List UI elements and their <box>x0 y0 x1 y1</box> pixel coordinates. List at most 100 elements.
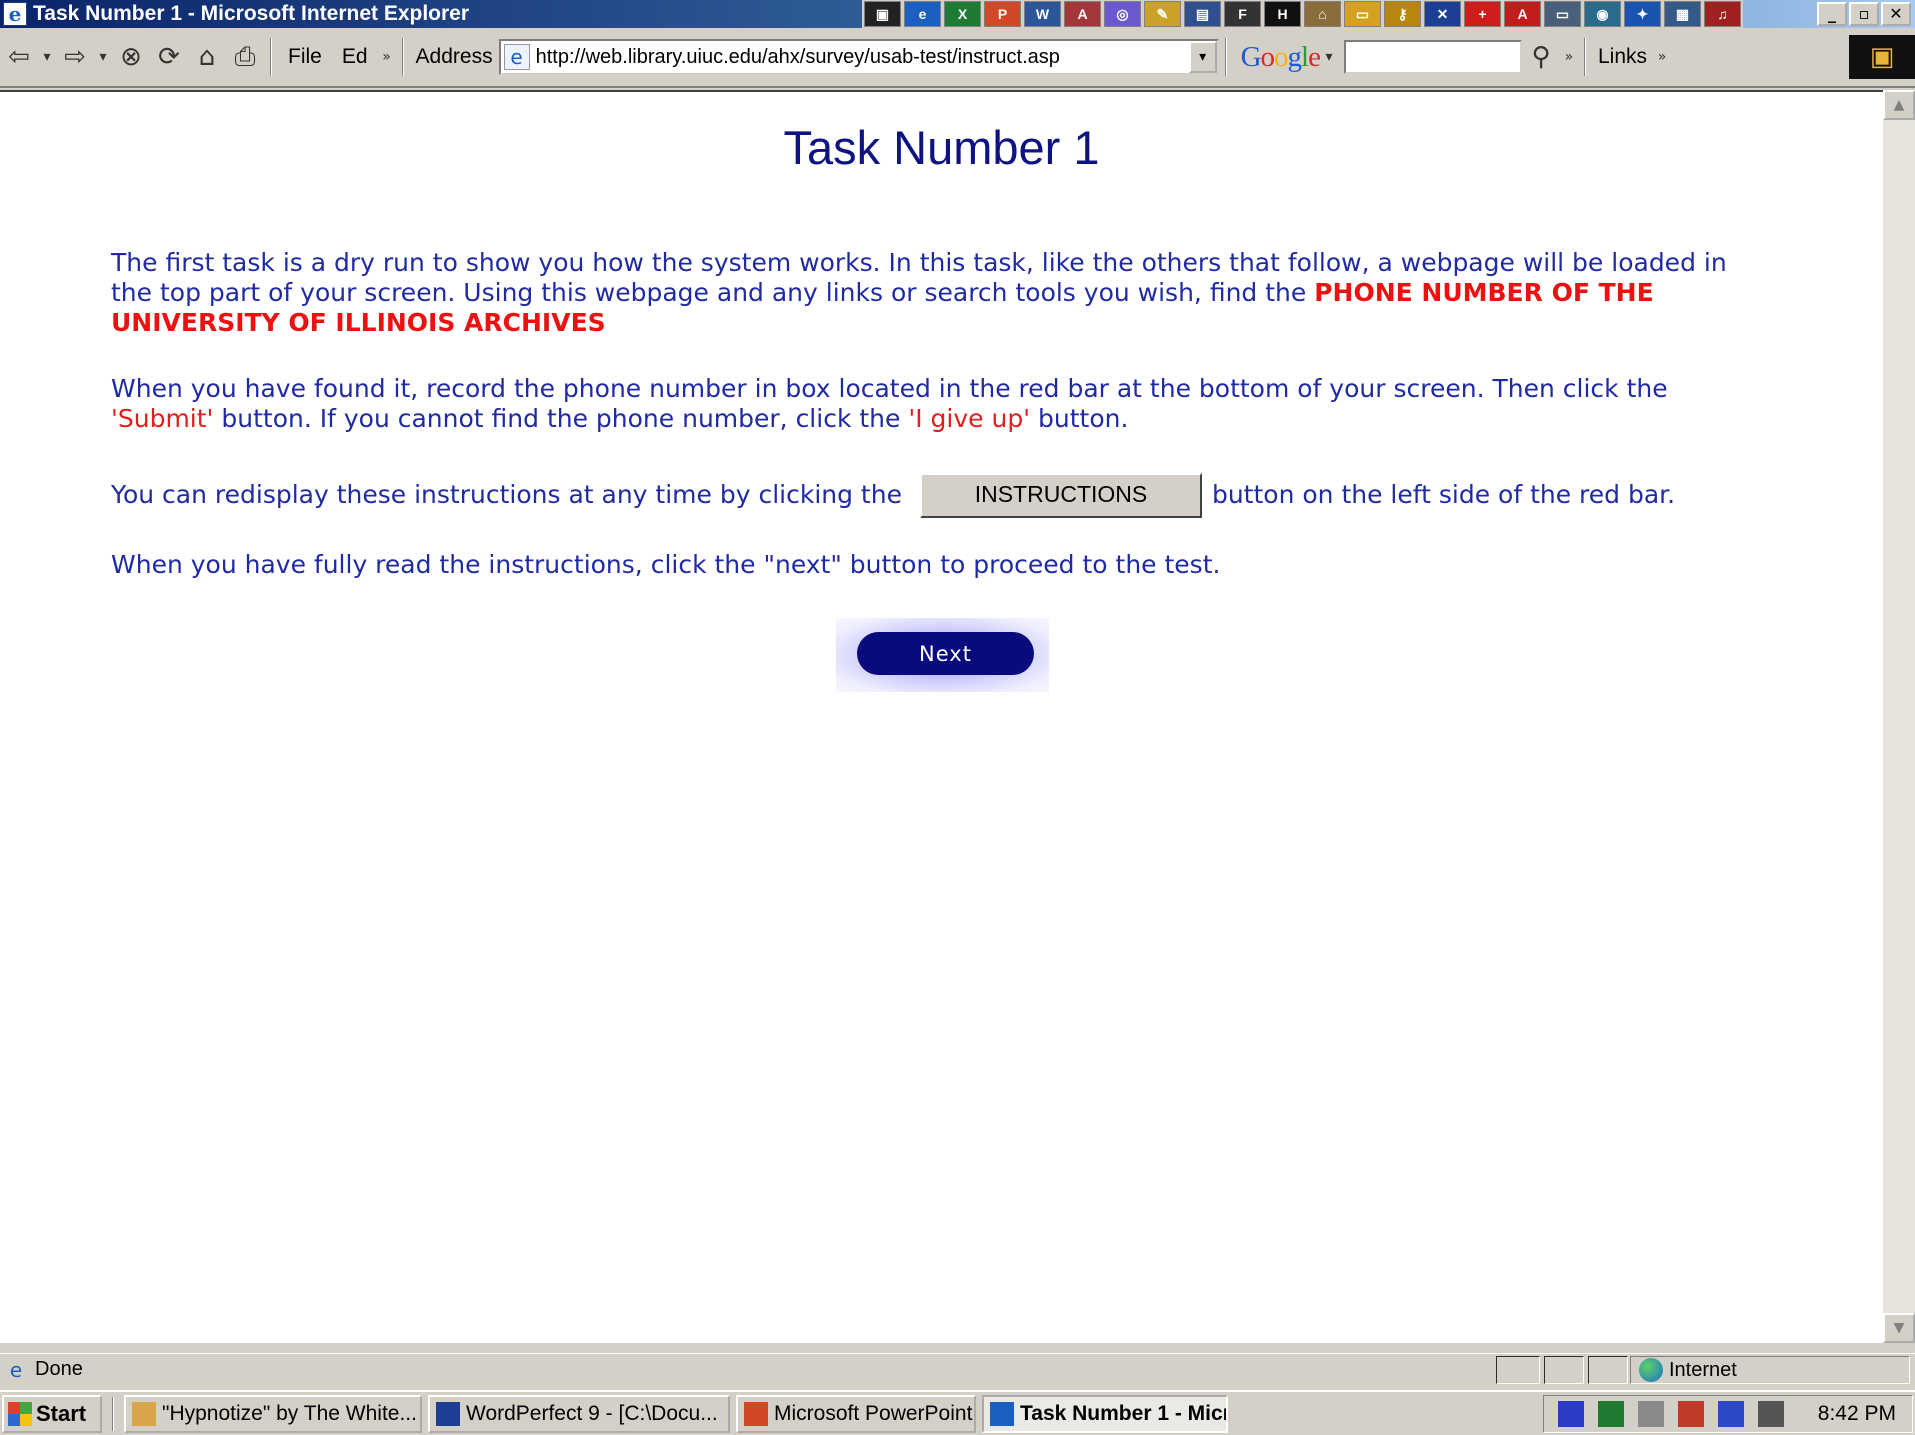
display-tray-icon[interactable] <box>1758 1401 1784 1427</box>
status-bar: e Done Internet <box>0 1353 1915 1385</box>
word-icon[interactable]: W <box>1024 1 1061 27</box>
antivirus-tray-icon[interactable] <box>1718 1401 1744 1427</box>
windows-icon[interactable]: ▣ <box>864 1 901 27</box>
start-button[interactable]: Start <box>2 1394 102 1433</box>
start-label: Start <box>36 1400 87 1426</box>
page-content: Task Number 1 The first task is a dry ru… <box>0 90 1883 1343</box>
task-buttons: "Hypnotize" by The White... WordPerfect 9… <box>118 1394 1228 1433</box>
next-button[interactable]: Next <box>857 632 1034 675</box>
close-button[interactable]: ✕ <box>1881 2 1911 26</box>
links-chevron-icon[interactable]: » <box>1653 37 1671 77</box>
menu-file[interactable]: File <box>278 45 332 69</box>
help-icon[interactable]: H <box>1264 1 1301 27</box>
status-cell <box>1544 1356 1584 1384</box>
access-icon[interactable]: A <box>1064 1 1101 27</box>
back-dropdown-icon[interactable]: ▾ <box>38 37 56 77</box>
taskbar-button[interactable]: Microsoft PowerPoint - [S... <box>736 1394 976 1433</box>
minimize-button[interactable]: _ <box>1817 2 1847 26</box>
taskbar-button[interactable]: Task Number 1 - Micro... <box>982 1394 1228 1433</box>
ftp-icon[interactable]: F <box>1224 1 1261 27</box>
redisplay-text-a: You can redisplay these instructions at … <box>111 480 902 509</box>
key-icon[interactable]: ⚷ <box>1384 1 1421 27</box>
volume-tray-icon[interactable] <box>1638 1401 1664 1427</box>
taskbar-button-label: Microsoft PowerPoint - [S... <box>774 1401 974 1425</box>
scroll-up-button[interactable]: ▲ <box>1883 90 1915 120</box>
powerpoint-icon <box>744 1401 768 1426</box>
taskbar-button-label: "Hypnotize" by The White... <box>162 1401 417 1425</box>
taskbar-button[interactable]: "Hypnotize" by The White... <box>124 1394 422 1433</box>
redisplay-instructions: You can redisplay these instructions at … <box>111 470 1771 520</box>
next-instructions: When you have fully read the instruction… <box>111 550 1221 579</box>
window-title: Task Number 1 - Microsoft Internet Explo… <box>33 2 470 25</box>
google-dropdown-icon[interactable]: ▾ <box>1320 37 1338 77</box>
ie-icon[interactable]: e <box>3 2 27 26</box>
menu-chevron-icon[interactable]: » <box>378 37 396 77</box>
page-status-icon: e <box>9 1357 23 1382</box>
tools-icon[interactable]: ✦ <box>1624 1 1661 27</box>
system-tray: 8:42 PM <box>1543 1395 1913 1433</box>
print-button[interactable]: ⎙ <box>226 37 264 77</box>
stop-button[interactable]: ⊗ <box>112 37 150 77</box>
page-icon: e <box>503 44 530 70</box>
toolbar-divider <box>1224 38 1227 76</box>
back-button[interactable]: ⇦ <box>0 37 38 77</box>
address-url[interactable]: http://web.library.uiuc.edu/ahx/survey/u… <box>536 46 1060 69</box>
toolbar-divider <box>270 38 272 76</box>
taskbar-button-label: WordPerfect 9 - [C:\Docu... <box>466 1401 718 1425</box>
status-cell <box>1588 1356 1628 1384</box>
next-button-glow: Next <box>836 618 1049 692</box>
status-cell <box>1496 1356 1540 1384</box>
address-bar[interactable]: e http://web.library.uiuc.edu/ahx/survey… <box>498 39 1219 75</box>
media-icon[interactable]: ♫ <box>1704 1 1741 27</box>
computer-icon[interactable]: ▤ <box>1184 1 1221 27</box>
forward-dropdown-icon[interactable]: ▾ <box>94 37 112 77</box>
submit-instructions-text-c: button. <box>1030 404 1129 433</box>
submit-instructions-text-a: When you have found it, record the phone… <box>111 374 1668 403</box>
folder-icon[interactable]: ▭ <box>1344 1 1381 27</box>
clock[interactable]: 8:42 PM <box>1818 1402 1896 1426</box>
network-tray-icon[interactable] <box>1678 1401 1704 1427</box>
cd-player-icon[interactable]: ◎ <box>1104 1 1141 27</box>
toolbar-divider <box>401 38 404 76</box>
winamp-icon <box>132 1401 156 1426</box>
calculator-icon[interactable]: ▦ <box>1664 1 1701 27</box>
windows-logo-icon: ▣ <box>1849 35 1915 79</box>
ie-icon <box>990 1401 1014 1426</box>
instructions-button[interactable]: INSTRUCTIONS <box>919 472 1202 518</box>
toolbar-divider <box>1583 38 1586 76</box>
acrobat-icon[interactable]: A <box>1504 1 1541 27</box>
forward-button[interactable]: ⇨ <box>56 37 94 77</box>
address-dropdown-button[interactable]: ▾ <box>1188 41 1217 73</box>
home-button[interactable]: ⌂ <box>188 37 226 77</box>
restore-button[interactable]: ▫ <box>1849 2 1879 26</box>
media-player-tray-icon[interactable] <box>1558 1401 1584 1427</box>
vertical-scrollbar[interactable]: ▲ ▼ <box>1883 90 1915 1343</box>
links-label[interactable]: Links <box>1592 45 1653 69</box>
ie-icon[interactable]: e <box>904 1 941 27</box>
monitor-icon[interactable]: ▭ <box>1544 1 1581 27</box>
give-up-reference: 'I give up' <box>908 404 1031 433</box>
vnc-tray-icon[interactable] <box>1598 1401 1624 1427</box>
wordperfect-icon[interactable]: ✕ <box>1424 1 1461 27</box>
google-logo[interactable]: Google <box>1241 41 1321 74</box>
briefcase-icon[interactable]: ⌂ <box>1304 1 1341 27</box>
taskbar-divider <box>112 1396 114 1431</box>
first-aid-icon[interactable]: + <box>1464 1 1501 27</box>
binoculars-icon[interactable]: ⚲ <box>1522 37 1560 77</box>
menu-edit[interactable]: Ed <box>332 45 378 69</box>
taskbar-button[interactable]: WordPerfect 9 - [C:\Docu... <box>428 1394 730 1433</box>
google-search-input[interactable] <box>1343 40 1522 74</box>
excel-icon[interactable]: X <box>944 1 981 27</box>
refresh-button[interactable]: ⟳ <box>150 37 188 77</box>
zone-label: Internet <box>1669 1358 1737 1381</box>
taskbar: Start "Hypnotize" by The White... WordPer… <box>0 1390 1915 1435</box>
google-chevron-icon[interactable]: » <box>1560 37 1578 77</box>
scroll-down-button[interactable]: ▼ <box>1883 1313 1915 1343</box>
network-icon[interactable]: ◉ <box>1584 1 1621 27</box>
task-description: The first task is a dry run to show you … <box>111 248 1771 338</box>
status-text: Done <box>35 1358 83 1380</box>
powerpoint-icon[interactable]: P <box>984 1 1021 27</box>
paint-icon[interactable]: ✎ <box>1144 1 1181 27</box>
windows-flag-icon <box>8 1401 32 1426</box>
redisplay-text-b: button on the left side of the red bar. <box>1211 480 1676 509</box>
